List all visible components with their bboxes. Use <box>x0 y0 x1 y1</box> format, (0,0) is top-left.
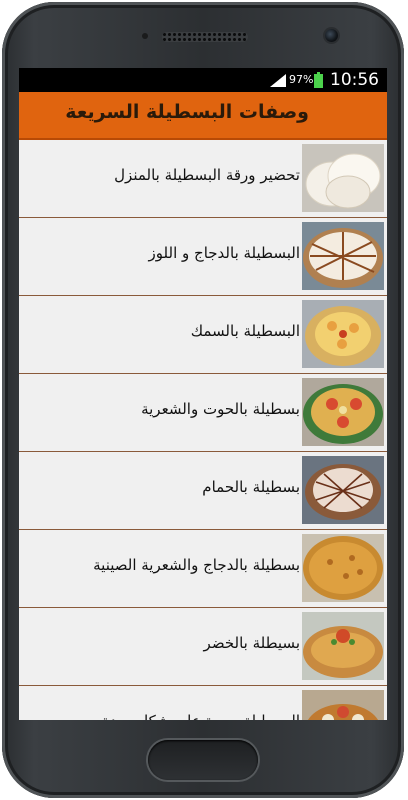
battery-percent: 97% <box>289 73 314 86</box>
app-title: وصفات البسطيلة السريعة <box>65 101 309 123</box>
pastilla-partial-photo-icon <box>302 690 384 720</box>
fish-pastilla-photo-icon <box>302 300 384 368</box>
vegetable-pastilla-photo-icon <box>302 612 384 680</box>
chicken-almond-pastilla-photo-icon <box>302 222 384 290</box>
list-item[interactable]: تحضير ورقة البسطيلة بالمنزل <box>19 140 387 218</box>
action-bar: وصفات البسطيلة السريعة <box>19 92 387 140</box>
fish-vermicelli-pastilla-photo-icon <box>302 378 384 446</box>
battery-icon <box>314 72 323 88</box>
list-item[interactable]: البسطيلة بالدجاج و اللوز <box>19 218 387 296</box>
status-bar: 97% 10:56 <box>19 68 387 92</box>
recipe-title: بسيطلة بالخضر <box>203 634 300 652</box>
recipe-title: بسطيلة بالدجاج والشعرية الصينية <box>93 556 300 574</box>
earpiece-speaker <box>162 32 248 42</box>
recipe-title: بسطيلة بالحمام <box>202 478 300 496</box>
home-button[interactable] <box>148 740 258 780</box>
list-item[interactable]: بسيطلة بالخضر <box>19 608 387 686</box>
hardware-nav-area <box>0 720 408 800</box>
screen: 97% 10:56 وصفات البسطيلة السريعة تحضير و… <box>19 68 387 720</box>
recipe-title: تحضير ورقة البسطيلة بالمنزل <box>114 166 300 184</box>
pigeon-pastilla-photo-icon <box>302 456 384 524</box>
list-item[interactable]: البسطيلة بالسمك <box>19 296 387 374</box>
signal-strength-icon <box>270 74 286 87</box>
status-clock: 10:56 <box>330 70 379 90</box>
proximity-sensor <box>142 33 148 39</box>
chicken-noodle-pastilla-photo-icon <box>302 534 384 602</box>
list-item[interactable]: بسطيلة بالحمام <box>19 452 387 530</box>
recipe-title: البسطيلة بالسمك <box>190 322 300 340</box>
list-item[interactable]: البسطيلة محوة على شكل مودة <box>19 686 387 720</box>
recipe-title: البسطيلة بالدجاج و اللوز <box>148 244 300 262</box>
front-camera-icon <box>325 29 338 42</box>
recipe-list[interactable]: تحضير ورقة البسطيلة بالمنزل البسطيلة بال… <box>19 140 387 720</box>
list-item[interactable]: بسطيلة بالدجاج والشعرية الصينية <box>19 530 387 608</box>
list-item[interactable]: بسطيلة بالحوت والشعرية <box>19 374 387 452</box>
recipe-title: البسطيلة محوة على شكل مودة <box>102 710 300 720</box>
device-frame: 97% 10:56 وصفات البسطيلة السريعة تحضير و… <box>0 0 408 800</box>
pastry-sheets-photo-icon <box>302 144 384 212</box>
recipe-title: بسطيلة بالحوت والشعرية <box>141 400 300 418</box>
